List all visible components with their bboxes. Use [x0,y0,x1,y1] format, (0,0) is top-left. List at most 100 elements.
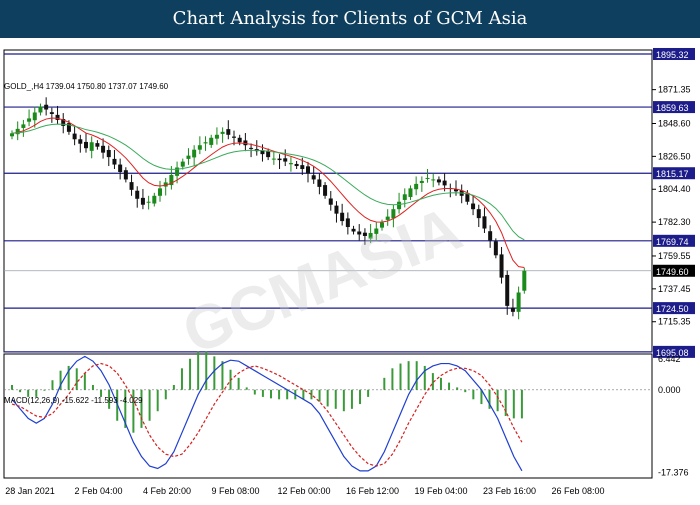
candle-body [516,292,521,312]
candle-body [232,136,236,138]
candle-body [44,104,49,110]
candle-body [505,274,510,306]
candle-body [340,212,345,222]
candle-body [21,124,26,128]
y-tick-label: 1871.35 [658,85,691,95]
candle-body [10,133,14,137]
y-tick-label: 1782.30 [658,217,691,227]
candle-body [408,188,413,197]
candle-body [152,195,157,204]
candle-body [95,143,100,147]
candle-body [323,185,328,196]
x-tick-label: 26 Feb 08:00 [551,486,604,496]
candle-body [436,179,441,183]
candle-body [266,151,271,158]
candle-body [89,142,94,151]
y-tick-label: 1804.40 [658,184,691,194]
candle-body [186,155,191,159]
candle-body [288,163,293,165]
candle-body [203,142,208,144]
candle-body [237,137,242,143]
candle-body [311,175,316,180]
candle-body [334,205,339,214]
y-tick-label: 1826.50 [658,151,691,161]
macd-y-tick-label: -17.376 [658,468,689,478]
candle-body [442,180,447,186]
candle-body [209,137,214,145]
candle-body [402,194,407,200]
candle-body [146,201,151,203]
candle-body [220,131,225,134]
candle-body [522,270,527,291]
chart-area: 1895.32 1859.63 1815.17 1769.74 1724.50 1695.… [0,38,700,500]
candle-body [180,161,185,167]
level-label: 1769.74 [656,237,689,247]
candle-body [118,164,123,172]
y-tick-label: 1848.60 [658,118,691,128]
candle-body [27,118,32,122]
y-tick-label: 1715.35 [658,317,691,327]
candle-body [300,165,305,170]
macd-y-tick-label: 0.000 [658,385,681,395]
candle-body [294,163,299,167]
candle-body [72,133,77,140]
candle-body [226,129,231,135]
candle-body [493,241,498,256]
candle-body [106,149,111,158]
y-tick-label: 1759.55 [658,251,691,261]
candle-body [510,307,515,312]
candle-body [317,179,322,187]
y-tick-label: 1737.45 [658,284,691,294]
candle-body [419,180,424,183]
macd-y-tick-label: 6.442 [658,354,681,364]
candle-body [84,141,88,149]
candle-body [476,209,481,219]
candle-body [283,158,288,162]
candle-body [112,158,117,165]
x-tick-label: 12 Feb 00:00 [277,486,330,496]
candle-body [129,182,134,190]
candle-body [197,145,202,150]
candle-body [488,231,493,241]
candle-body [32,112,37,121]
candle-body [431,179,436,181]
level-label: 1815.17 [656,169,689,179]
page-title: Chart Analysis for Clients of GCM Asia [0,0,700,38]
x-tick-label: 23 Feb 16:00 [483,486,536,496]
candle-body [271,158,276,160]
candle-body [158,188,162,196]
watermark: GCMASIA [174,194,471,368]
candle-body [192,149,197,158]
candle-body [140,197,145,205]
candle-body [345,218,350,228]
candle-body [135,190,140,199]
candle-body [397,201,402,210]
symbol-header: GOLD_,H4 1739.04 1750.80 1737.07 1749.60 [4,82,169,91]
x-tick-label: 16 Feb 12:00 [346,486,399,496]
last-price-label: 1749.60 [656,267,689,277]
macd-pane-border [3,353,653,479]
level-label: 1724.50 [656,304,689,314]
level-label: 1859.63 [656,103,689,113]
candle-body [499,254,504,278]
macd-header: MACD(12,26,9) -15.622 -11.593 -4.029 [4,396,143,405]
macd-signal-line [11,362,523,467]
x-tick-label: 9 Feb 08:00 [211,486,259,496]
candle-body [328,198,333,205]
chart-svg: 1895.321859.631815.171769.741724.501695.… [3,47,695,496]
x-tick-label: 2 Feb 04:00 [74,486,122,496]
candle-body [214,134,219,139]
candle-body [249,147,254,149]
candle-body [101,145,106,153]
x-tick-label: 4 Feb 20:00 [143,486,191,496]
candle-body [471,203,476,210]
candle-body [306,166,310,174]
candle-body [425,177,430,179]
candle-body [482,216,487,229]
candle-body [78,139,83,144]
x-tick-label: 19 Feb 04:00 [414,486,467,496]
level-label: 1895.32 [656,50,689,60]
candle-body [123,170,128,180]
candle-body [49,112,54,114]
candle-body [38,106,43,113]
